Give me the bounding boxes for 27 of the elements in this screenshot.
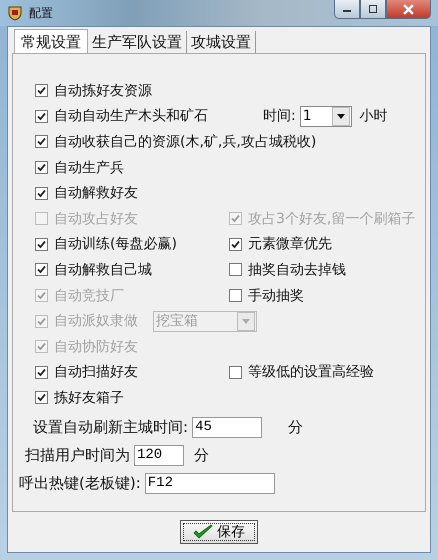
checkbox[interactable]: 自动收获自己的资源(木,矿,兵,攻占城税收) [35,132,316,151]
checkbox[interactable]: 自动拣好友资源 [35,82,229,100]
dropdown[interactable]: 1 [300,106,352,127]
field-label: 呼出热键(老板键): [19,474,141,493]
unit-label: 分 [288,418,304,437]
checkbox[interactable]: 抽奖自动去掉钱 [229,260,346,279]
unit-label: 分 [194,446,209,465]
checkbox[interactable]: 自动自动生产木头和矿石 [35,107,229,126]
field-label: 设置自动刷新主城时间: [33,418,188,437]
checkbox[interactable]: 拣好友箱子 [35,388,229,407]
checkbox[interactable]: 自动训练(每盘必赢) [35,235,229,254]
checkbox[interactable]: 手动抽奖 [229,286,304,305]
input-field[interactable]: 120 [134,444,184,466]
window-title: 配置 [29,4,54,22]
checkbox[interactable]: 自动解救好友 [35,184,229,202]
time-label: 时间: [263,107,296,126]
checkbox[interactable]: 自动解救自己城 [35,260,229,279]
checkbox[interactable]: 元素微章优先 [229,235,332,254]
field-label: 扫描用户时间为 [25,446,130,465]
unit-label: 小时 [360,107,388,126]
checkbox[interactable]: 自动生产兵 [35,158,229,177]
input-field[interactable]: 45 [192,416,262,438]
checkbox[interactable]: 等级低的设置高经验 [229,363,374,382]
save-button[interactable]: 保存 [180,520,258,544]
checkbox[interactable]: 自动扫描好友 [35,363,229,382]
tab[interactable]: 常规设置 [14,29,88,53]
input-field[interactable]: F12 [144,472,275,494]
